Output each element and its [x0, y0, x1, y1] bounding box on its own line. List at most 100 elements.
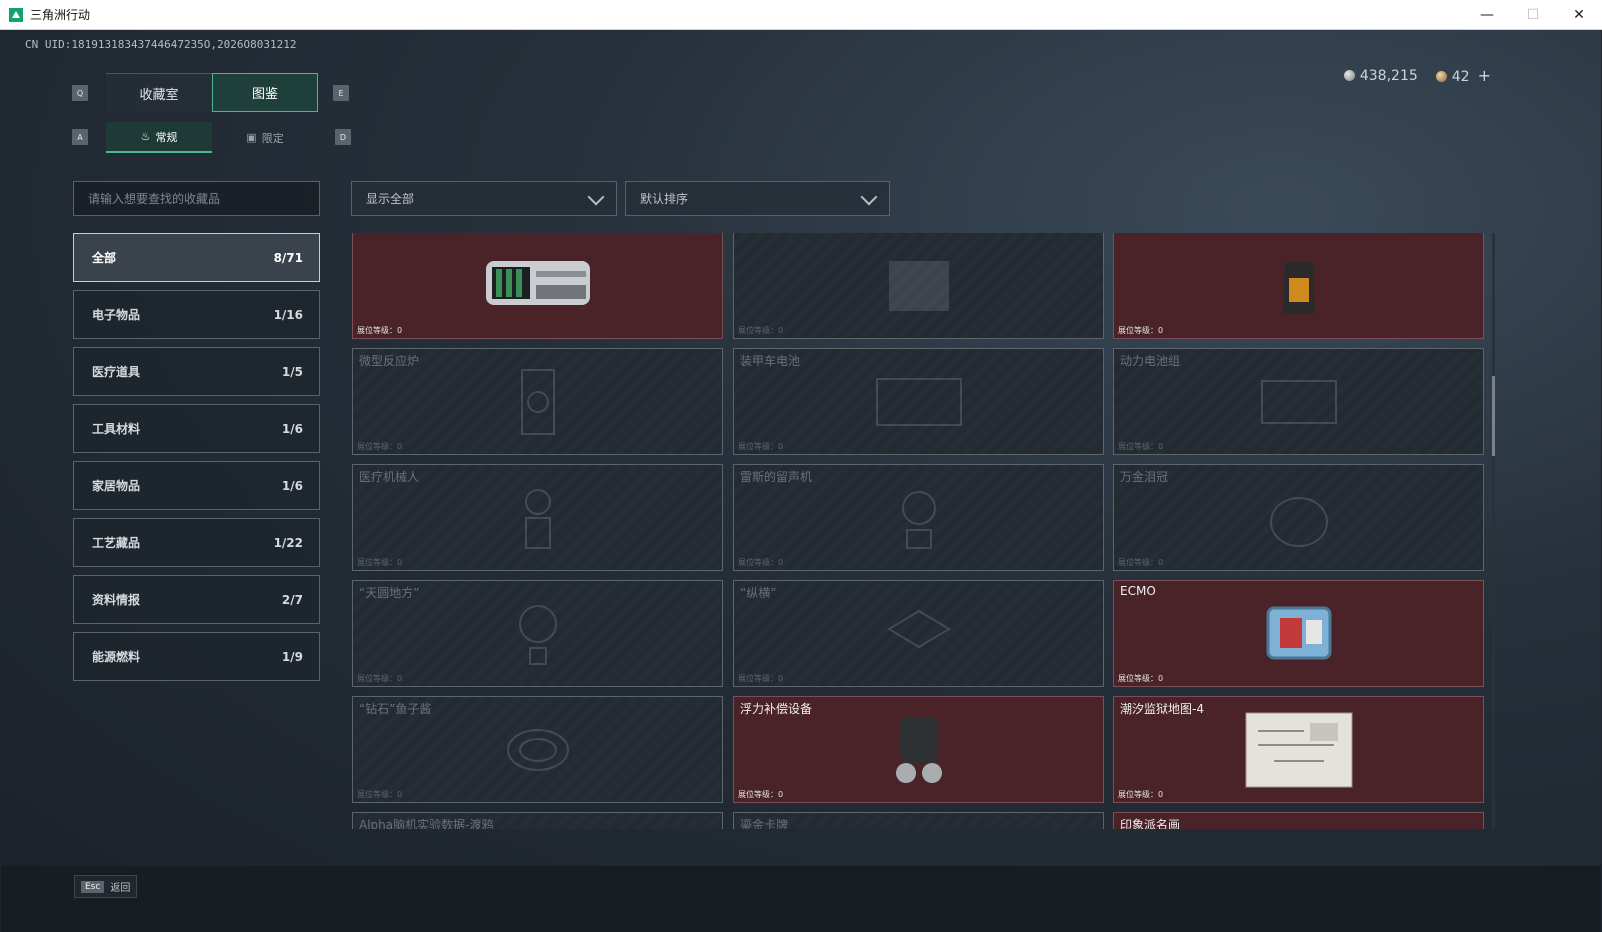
- battery-icon: [869, 367, 969, 441]
- item-name: 微型反应炉: [359, 354, 420, 368]
- item-level-value: 0: [1158, 326, 1164, 335]
- category-all[interactable]: 全部 8/71: [73, 233, 320, 282]
- collection-item-card[interactable]: “天圆地方” 展位等级：0: [352, 580, 723, 687]
- item-level: 展位等级：0: [738, 441, 783, 452]
- filter-dropdown-value: 显示全部: [366, 192, 415, 206]
- sort-dropdown[interactable]: 默认排序: [625, 181, 890, 216]
- collection-item-card[interactable]: “钻石”鱼子酱 展位等级：0: [352, 696, 723, 803]
- item-level: 展位等级：0: [738, 325, 783, 336]
- subtab-limited[interactable]: ▣ 限定: [212, 122, 318, 153]
- item-level-label: 展位等级：: [357, 790, 397, 799]
- item-level-label: 展位等级：: [357, 442, 397, 451]
- globe-icon: [508, 594, 568, 678]
- gold-currency[interactable]: 42 +: [1435, 66, 1491, 85]
- image-icon: ▣: [246, 131, 257, 144]
- collection-item-card[interactable]: 展位等级：0: [733, 233, 1104, 339]
- subtab-regular[interactable]: ♨ 常规: [106, 122, 212, 153]
- item-level-value: 0: [397, 558, 403, 567]
- search-input[interactable]: [73, 181, 320, 216]
- category-label: 电子物品: [92, 308, 141, 322]
- item-level: 展位等级：0: [1118, 557, 1163, 568]
- item-level-value: 0: [778, 326, 784, 335]
- category-label: 能源燃料: [92, 650, 141, 664]
- item-level: 展位等级：0: [357, 557, 402, 568]
- gpu-icon: [478, 251, 598, 325]
- item-level: 展位等级：0: [1118, 789, 1163, 800]
- category-medical[interactable]: 医疗道具 1/5: [73, 347, 320, 396]
- grid-scrollbar-track[interactable]: [1492, 233, 1495, 829]
- collection-item-card[interactable]: Alpha脑机实验数据-渡鸦展位等级：0: [352, 812, 723, 829]
- item-level-label: 展位等级：: [738, 326, 778, 335]
- key-hint-q: Q: [72, 85, 88, 101]
- back-label: 返回: [110, 883, 131, 894]
- category-count: 1/6: [281, 421, 303, 436]
- category-intel[interactable]: 资料情报 2/7: [73, 575, 320, 624]
- ecmo-icon: [1254, 594, 1344, 678]
- item-level-value: 0: [778, 674, 784, 683]
- filter-dropdown[interactable]: 显示全部: [351, 181, 617, 216]
- gold-coin-icon: [1435, 71, 1447, 82]
- collection-item-card[interactable]: 浮力补偿设备 展位等级：0: [733, 696, 1104, 803]
- flame-icon: ♨: [140, 130, 151, 143]
- category-household[interactable]: 家居物品 1/6: [73, 461, 320, 510]
- item-level-label: 展位等级：: [357, 674, 397, 683]
- chevron-down-icon: [860, 188, 878, 206]
- item-level-value: 0: [778, 558, 784, 567]
- collection-item-card[interactable]: 医疗机械人 展位等级：0: [352, 464, 723, 571]
- collection-item-card[interactable]: 装甲车电池展位等级：0: [733, 348, 1104, 455]
- collection-item-card[interactable]: 动力电池组 展位等级：0: [1113, 348, 1484, 455]
- item-name: 动力电池组: [1120, 354, 1181, 368]
- item-level: 展位等级：0: [357, 673, 402, 684]
- tab-catalog[interactable]: 图鉴: [212, 73, 318, 112]
- tab-collection-room[interactable]: 收藏室: [106, 73, 212, 112]
- item-level: 展位等级：0: [738, 789, 783, 800]
- sort-dropdown-value: 默认排序: [640, 192, 689, 206]
- collection-item-card[interactable]: 万金泪冠展位等级：0: [1113, 464, 1484, 571]
- subtab-limited-label: 限定: [261, 131, 284, 145]
- item-level-label: 展位等级：: [1118, 674, 1158, 683]
- category-electronics[interactable]: 电子物品 1/16: [73, 290, 320, 339]
- collection-item-card[interactable]: 展位等级：0: [1113, 233, 1484, 339]
- item-level: 展位等级：0: [1118, 673, 1163, 684]
- item-level-label: 展位等级：: [738, 558, 778, 567]
- collection-item-card[interactable]: ECMO 展位等级：0: [1113, 580, 1484, 687]
- item-level-value: 0: [778, 442, 784, 451]
- category-count: 1/16: [273, 307, 303, 322]
- category-label: 医疗道具: [92, 365, 141, 379]
- item-name: 鎏金卡牌: [740, 818, 789, 829]
- item-name: 印象派名画: [1120, 818, 1181, 829]
- collection-item-card[interactable]: “纵横” 展位等级：0: [733, 580, 1104, 687]
- battery-pack-icon: [1254, 367, 1344, 441]
- category-list: 全部 8/71 电子物品 1/16 医疗道具 1/5 工具材料 1/6 家居物品 1/6 …: [73, 233, 320, 689]
- item-level-label: 展位等级：: [738, 674, 778, 683]
- minimize-button[interactable]: —: [1464, 0, 1510, 30]
- silver-amount: 438,215: [1359, 67, 1418, 84]
- item-level-value: 0: [397, 326, 403, 335]
- item-name: 装甲车电池: [740, 354, 801, 368]
- back-button[interactable]: Esc 返回: [74, 875, 138, 898]
- item-name: “纵横”: [740, 586, 777, 600]
- game-view: CN UID:18191318343744647235O,2026O803121…: [1, 30, 1601, 932]
- collection-item-card[interactable]: 潮汐监狱地图-4 展位等级：0: [1113, 696, 1484, 803]
- category-count: 1/5: [281, 364, 303, 379]
- can-icon: [498, 715, 578, 789]
- category-tools[interactable]: 工具材料 1/6: [73, 404, 320, 453]
- collection-item-card[interactable]: 展位等级：0: [352, 233, 723, 339]
- collection-item-card[interactable]: 鎏金卡牌展位等级：0: [733, 812, 1104, 829]
- add-currency-button[interactable]: +: [1478, 66, 1491, 85]
- bottom-bar: [1, 866, 1601, 932]
- category-count: 1/9: [281, 649, 303, 664]
- category-crafts[interactable]: 工艺藏品 1/22: [73, 518, 320, 567]
- esc-key-icon: Esc: [81, 880, 105, 893]
- collection-item-card[interactable]: 印象派名画展位等级：0: [1113, 812, 1484, 829]
- window-controls: — ☐ ✕: [1464, 0, 1602, 30]
- collection-item-card[interactable]: 雷斯的留声机 展位等级：0: [733, 464, 1104, 571]
- close-button[interactable]: ✕: [1556, 0, 1602, 30]
- crown-icon: [1259, 478, 1339, 562]
- maximize-button[interactable]: ☐: [1510, 0, 1556, 30]
- grid-scrollbar-thumb[interactable]: [1492, 376, 1495, 456]
- category-energy[interactable]: 能源燃料 1/9: [73, 632, 320, 681]
- collection-item-card[interactable]: 微型反应炉 展位等级：0: [352, 348, 723, 455]
- item-level-value: 0: [1158, 674, 1164, 683]
- item-name: 万金泪冠: [1120, 470, 1169, 484]
